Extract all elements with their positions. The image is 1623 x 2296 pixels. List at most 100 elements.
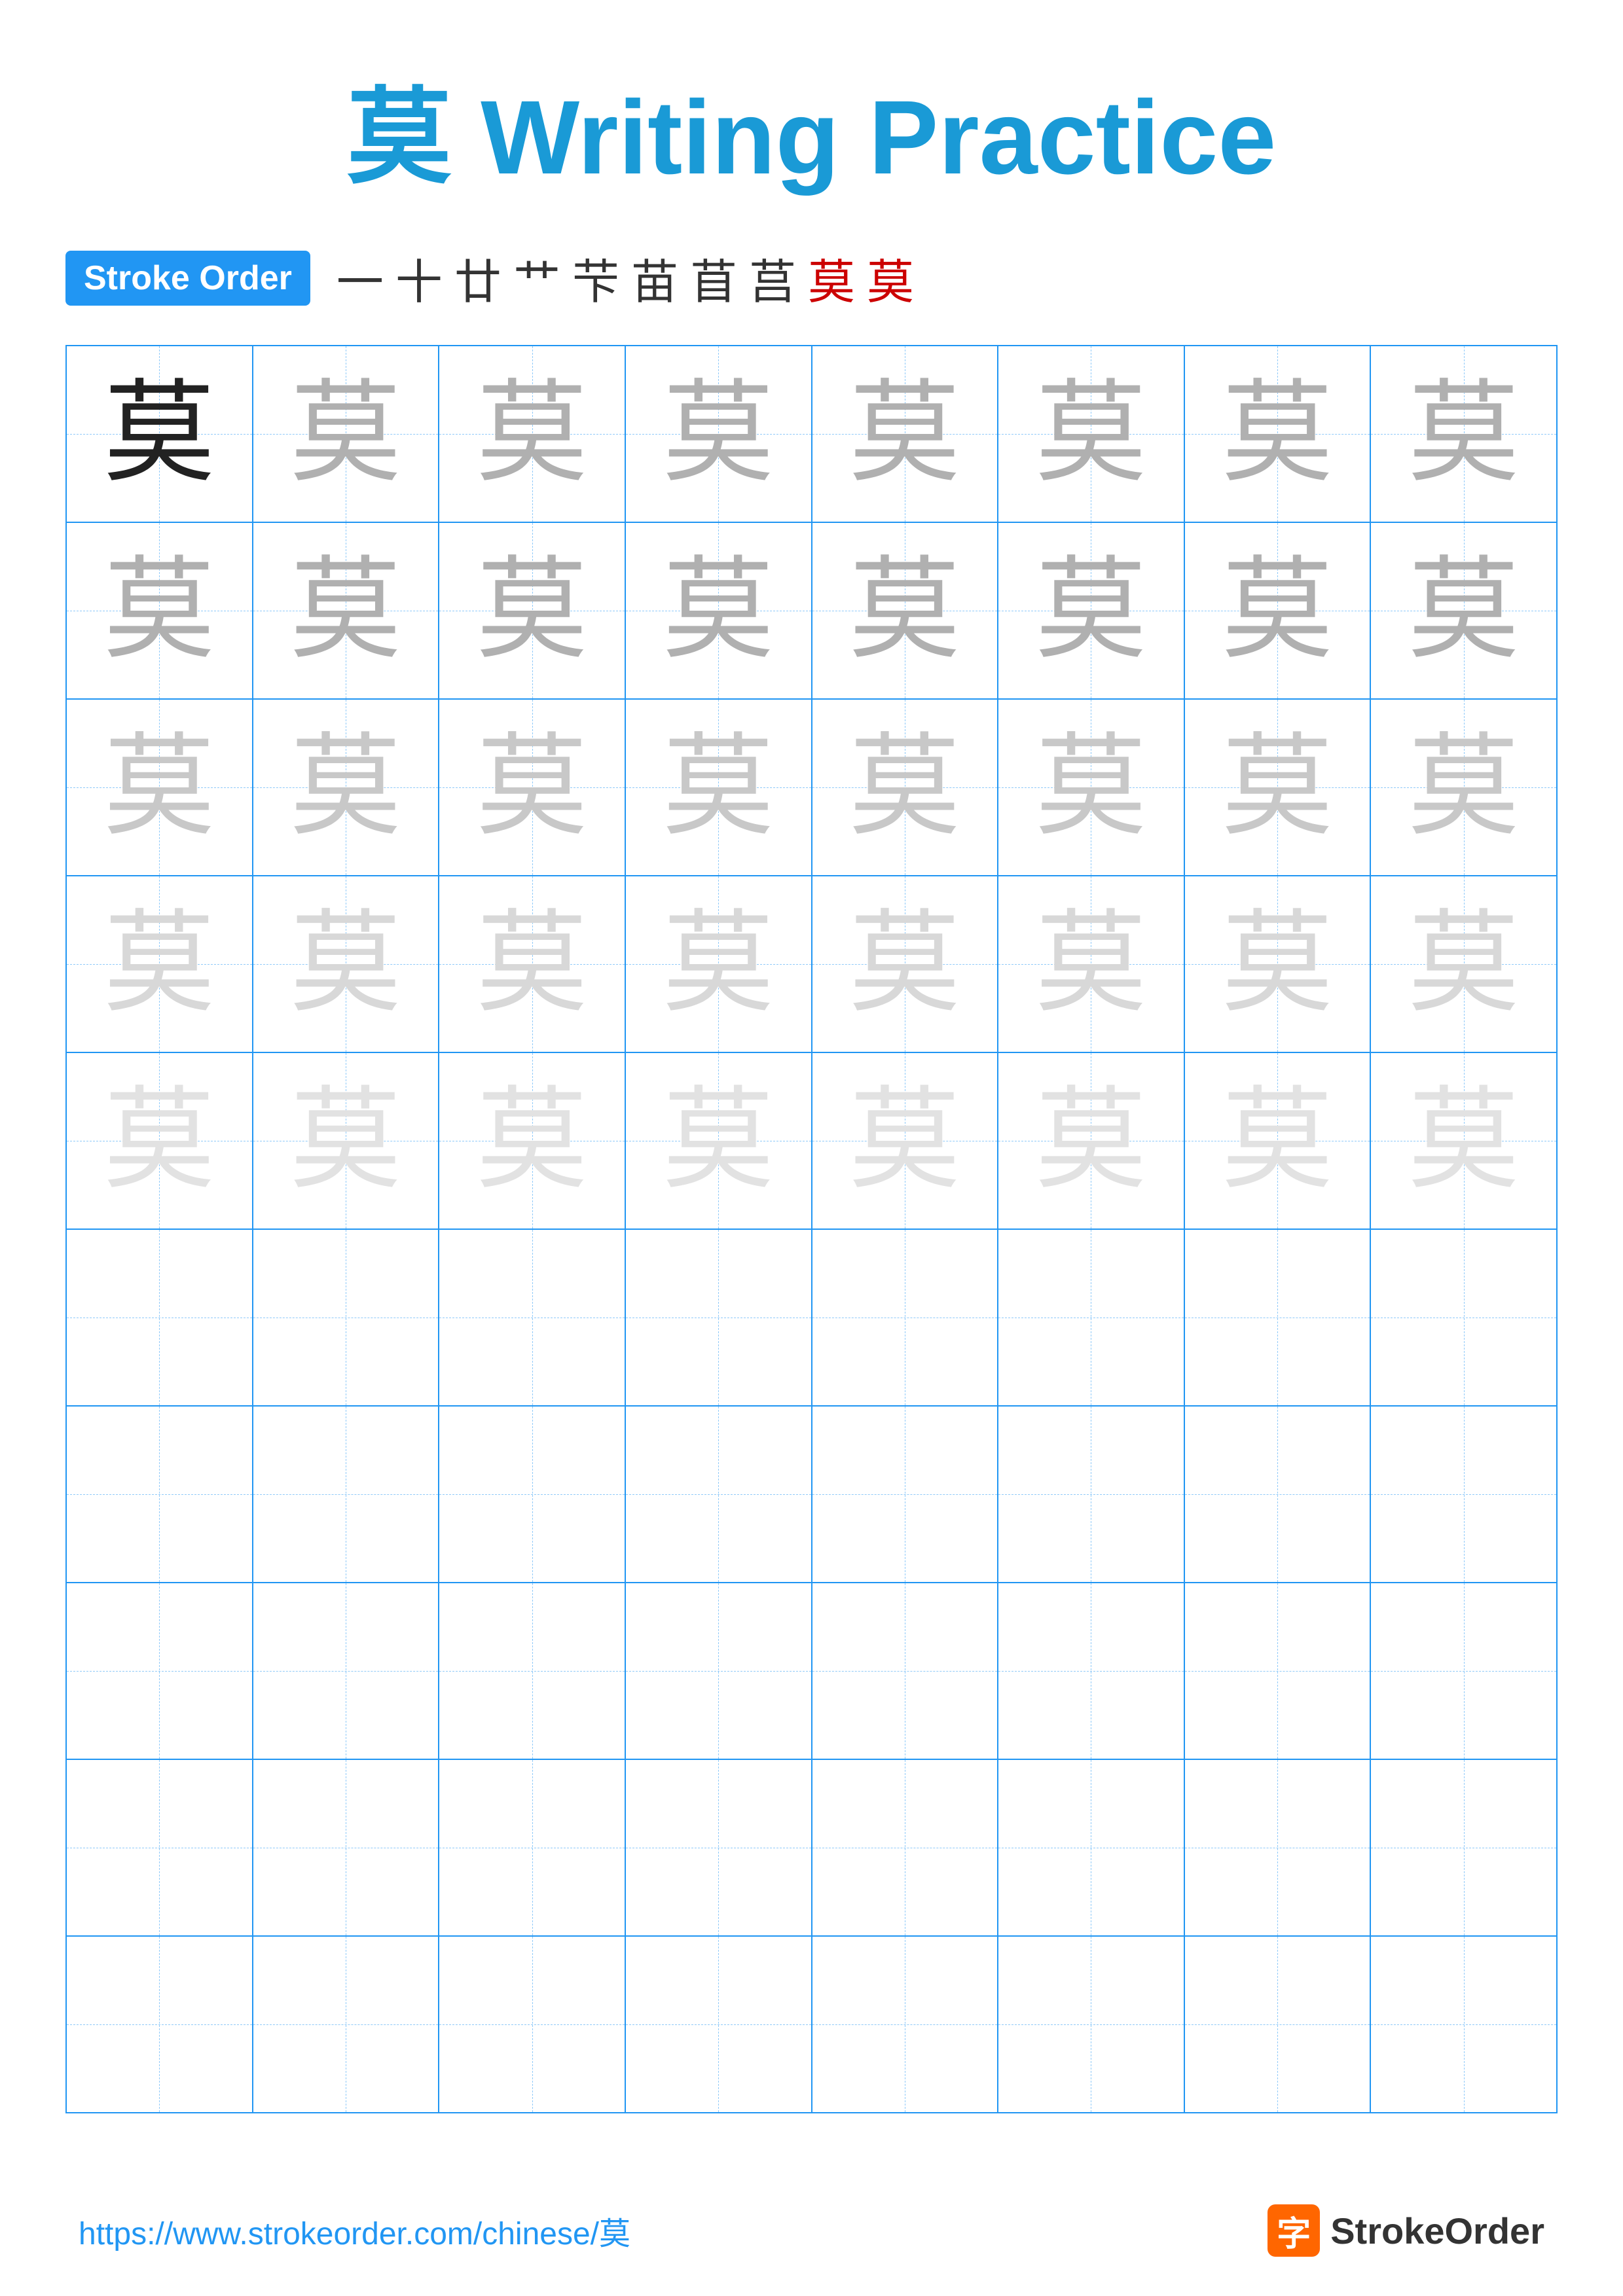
- grid-cell: 莫: [625, 876, 812, 1052]
- grid-cell: 莫: [253, 699, 439, 876]
- grid-cell: [1184, 1936, 1371, 2113]
- grid-cell: 莫: [625, 522, 812, 699]
- practice-char: 莫: [290, 378, 401, 490]
- grid-cell: 莫: [253, 346, 439, 522]
- grid-cell: 莫: [1370, 699, 1557, 876]
- grid-cell: [1370, 1759, 1557, 1936]
- grid-cell: [1370, 1229, 1557, 1406]
- practice-char: 莫: [1035, 555, 1146, 666]
- grid-cell: 莫: [1370, 876, 1557, 1052]
- grid-cell: 莫: [1184, 1052, 1371, 1229]
- strokeorder-logo-icon: 字: [1267, 2204, 1320, 2257]
- practice-char: 莫: [1222, 555, 1333, 666]
- practice-char: 莫: [477, 732, 588, 843]
- grid-cell: 莫: [998, 346, 1184, 522]
- practice-char: 莫: [103, 555, 215, 666]
- practice-char: 莫: [103, 378, 215, 490]
- grid-cell: 莫: [625, 1052, 812, 1229]
- grid-cell: 莫: [439, 522, 625, 699]
- grid-cell: [998, 1759, 1184, 1936]
- grid-cell: 莫: [253, 1052, 439, 1229]
- stroke-order-row: Stroke Order 一 十 廿 艹 芐 苗 苜 莒 莫 莫: [65, 243, 1558, 312]
- practice-char: 莫: [1035, 908, 1146, 1020]
- grid-cell: 莫: [1184, 346, 1371, 522]
- grid-cell: [1370, 1936, 1557, 2113]
- grid-cell: [439, 1759, 625, 1936]
- stroke-6: 苗: [631, 243, 678, 312]
- title-chinese: 莫: [347, 79, 452, 196]
- page: 莫 Writing Practice Stroke Order 一 十 廿 艹 …: [0, 0, 1623, 2296]
- grid-cell: 莫: [439, 1052, 625, 1229]
- grid-cell: 莫: [812, 699, 998, 876]
- grid-cell: 莫: [66, 699, 253, 876]
- practice-char: 莫: [1408, 555, 1520, 666]
- grid-cell: 莫: [998, 1052, 1184, 1229]
- grid-cell: [625, 1759, 812, 1936]
- stroke-2: 十: [395, 243, 443, 312]
- grid-cell: 莫: [66, 876, 253, 1052]
- footer-url[interactable]: https://www.strokeorder.com/chinese/莫: [79, 2208, 630, 2253]
- practice-char: 莫: [663, 1085, 774, 1196]
- practice-grid: 莫 莫 莫 莫 莫 莫 莫: [65, 345, 1558, 2113]
- stroke-4: 艹: [513, 243, 560, 312]
- grid-cell: [625, 1936, 812, 2113]
- grid-cell: [66, 1936, 253, 2113]
- practice-char: 莫: [1222, 378, 1333, 490]
- practice-char: 莫: [1222, 908, 1333, 1020]
- stroke-10: 莫: [867, 243, 914, 312]
- practice-char: 莫: [103, 908, 215, 1020]
- grid-cell: [439, 1583, 625, 1759]
- practice-char: 莫: [1222, 732, 1333, 843]
- grid-cell: 莫: [439, 876, 625, 1052]
- grid-cell: [66, 1406, 253, 1583]
- stroke-3: 廿: [454, 243, 501, 312]
- grid-cell: [253, 1406, 439, 1583]
- grid-cell: [66, 1229, 253, 1406]
- grid-cell: [812, 1759, 998, 1936]
- grid-row-3: 莫 莫 莫 莫 莫 莫 莫: [66, 699, 1557, 876]
- stroke-1: 一: [337, 243, 384, 312]
- practice-char: 莫: [663, 555, 774, 666]
- grid-row-4: 莫 莫 莫 莫 莫 莫 莫: [66, 876, 1557, 1052]
- grid-cell: [66, 1583, 253, 1759]
- grid-cell: 莫: [1370, 1052, 1557, 1229]
- grid-cell: 莫: [66, 1052, 253, 1229]
- stroke-8: 莒: [749, 243, 796, 312]
- practice-char: 莫: [849, 732, 960, 843]
- grid-cell: [625, 1229, 812, 1406]
- grid-row-9: [66, 1759, 1557, 1936]
- grid-cell: 莫: [253, 876, 439, 1052]
- grid-cell: 莫: [1184, 522, 1371, 699]
- grid-cell: [625, 1406, 812, 1583]
- grid-cell: [812, 1229, 998, 1406]
- grid-row-6: [66, 1229, 1557, 1406]
- practice-char: 莫: [1035, 378, 1146, 490]
- practice-char: 莫: [663, 378, 774, 490]
- grid-cell: [1184, 1406, 1371, 1583]
- practice-char: 莫: [1035, 732, 1146, 843]
- footer-logo: 字 StrokeOrder: [1267, 2204, 1544, 2257]
- grid-cell: [439, 1936, 625, 2113]
- practice-char: 莫: [1408, 908, 1520, 1020]
- grid-row-7: [66, 1406, 1557, 1583]
- grid-cell: 莫: [1370, 522, 1557, 699]
- practice-char: 莫: [663, 908, 774, 1020]
- grid-cell: 莫: [998, 699, 1184, 876]
- title-english: Writing Practice: [452, 79, 1277, 196]
- practice-char: 莫: [290, 908, 401, 1020]
- practice-char: 莫: [290, 555, 401, 666]
- practice-char: 莫: [663, 732, 774, 843]
- stroke-7: 苜: [690, 243, 737, 312]
- grid-row-10: [66, 1936, 1557, 2113]
- grid-row-8: [66, 1583, 1557, 1759]
- grid-cell: [998, 1229, 1184, 1406]
- practice-char: 莫: [1035, 1085, 1146, 1196]
- practice-char: 莫: [290, 732, 401, 843]
- grid-cell: 莫: [439, 699, 625, 876]
- grid-cell: [812, 1936, 998, 2113]
- practice-char: 莫: [477, 378, 588, 490]
- grid-cell: [1184, 1759, 1371, 1936]
- grid-row-5: 莫 莫 莫 莫 莫 莫 莫: [66, 1052, 1557, 1229]
- grid-cell: [812, 1406, 998, 1583]
- practice-char: 莫: [849, 555, 960, 666]
